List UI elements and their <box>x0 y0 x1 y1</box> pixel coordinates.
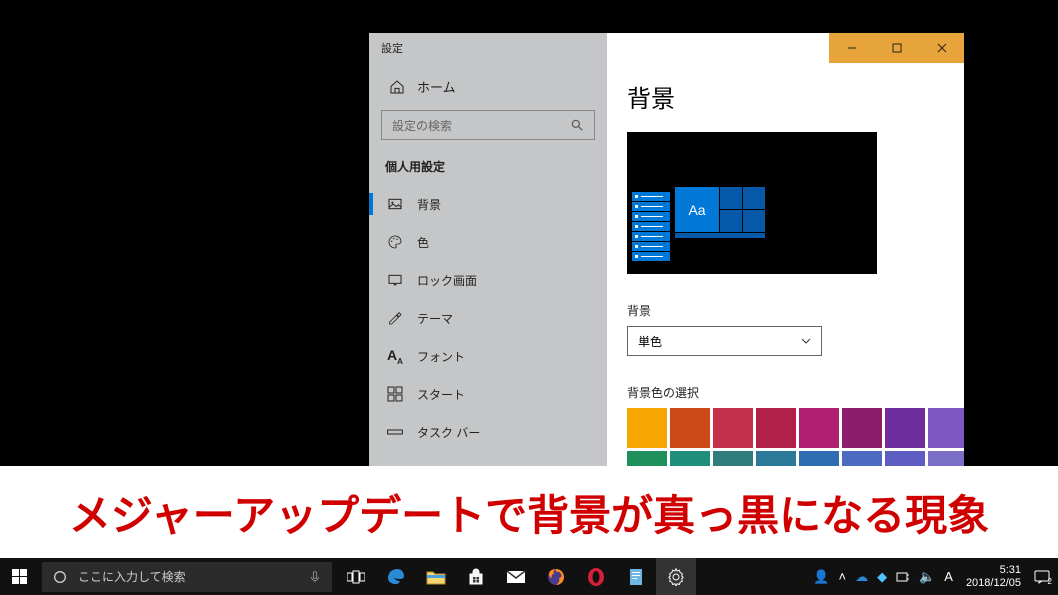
home-link[interactable]: ホーム <box>369 63 607 110</box>
ime-indicator[interactable]: A <box>944 569 953 584</box>
swatch-label: 背景色の選択 <box>627 384 942 401</box>
titlebar: 設定 <box>369 33 964 63</box>
color-swatch[interactable] <box>842 408 882 448</box>
settings-icon[interactable] <box>656 558 696 595</box>
settings-search-input[interactable]: 設定の検索 <box>381 110 595 140</box>
tray-chevron-up-icon[interactable]: ˄ <box>838 569 846 584</box>
network-icon[interactable] <box>896 571 910 583</box>
color-swatch[interactable] <box>713 408 753 448</box>
nav-item-label: ロック画面 <box>417 272 477 289</box>
category-header: 個人用設定 <box>369 158 607 185</box>
file-explorer-icon[interactable] <box>416 558 456 595</box>
search-placeholder: 設定の検索 <box>392 117 570 134</box>
nav-item-taskbar[interactable]: タスク バー <box>369 413 607 451</box>
task-view-icon[interactable] <box>336 558 376 595</box>
lockscreen-icon <box>387 272 403 288</box>
windows-logo-icon <box>12 569 28 585</box>
notes-icon[interactable] <box>616 558 656 595</box>
taskbar: ここに入力して検索 👤 ˄ ☁ ◆ 🔈 A 5:31 2018/12/05 2 <box>0 558 1058 595</box>
nav-item-picture[interactable]: 背景 <box>369 185 607 223</box>
color-swatch[interactable] <box>928 408 964 448</box>
nav-item-start[interactable]: スタート <box>369 375 607 413</box>
window-title: 設定 <box>381 40 403 56</box>
firefox-icon[interactable] <box>536 558 576 595</box>
store-icon[interactable] <box>456 558 496 595</box>
color-swatch[interactable] <box>799 408 839 448</box>
nav-item-font[interactable]: AA フォント <box>369 337 607 375</box>
caption-banner: メジャーアップデートで背景が真っ黒になる現象 <box>0 466 1058 558</box>
color-swatch[interactable] <box>756 408 796 448</box>
system-tray: 👤 ˄ ☁ ◆ 🔈 A 5:31 2018/12/05 2 <box>813 564 1058 589</box>
onedrive-icon[interactable]: ☁ <box>855 569 868 585</box>
nav-item-palette[interactable]: 色 <box>369 223 607 261</box>
background-type-select[interactable]: 単色 <box>627 326 822 356</box>
theme-icon <box>387 310 403 326</box>
tray-app-icon[interactable]: ◆ <box>877 569 887 585</box>
taskbar-apps <box>336 558 696 595</box>
caption-text: メジャーアップデートで背景が真っ黒になる現象 <box>69 482 989 543</box>
page-title: 背景 <box>627 79 942 114</box>
action-center-icon[interactable]: 2 <box>1034 570 1050 584</box>
date-text: 2018/12/05 <box>966 577 1021 590</box>
window-controls <box>829 33 964 63</box>
people-icon[interactable]: 👤 <box>813 569 829 585</box>
preview-tile-aa: Aa <box>675 187 719 232</box>
taskbar-search-placeholder: ここに入力して検索 <box>78 568 186 585</box>
picture-icon <box>387 196 403 212</box>
select-value: 単色 <box>638 333 801 350</box>
color-swatch[interactable] <box>885 408 925 448</box>
font-icon: AA <box>387 348 403 364</box>
home-icon <box>389 79 405 95</box>
opera-icon[interactable] <box>576 558 616 595</box>
minimize-button[interactable] <box>829 33 874 63</box>
nav-item-label: フォント <box>417 348 465 365</box>
time-text: 5:31 <box>1000 564 1021 577</box>
notification-badge: 2 <box>1048 577 1052 586</box>
start-icon <box>387 386 403 402</box>
nav-item-label: 背景 <box>417 196 441 213</box>
nav-item-lockscreen[interactable]: ロック画面 <box>369 261 607 299</box>
maximize-button[interactable] <box>874 33 919 63</box>
background-dropdown-label: 背景 <box>627 302 942 319</box>
taskbar-icon <box>387 424 403 440</box>
taskbar-search-input[interactable]: ここに入力して検索 <box>42 562 332 592</box>
palette-icon <box>387 234 403 250</box>
nav-item-label: スタート <box>417 386 465 403</box>
search-icon <box>570 118 584 132</box>
edge-icon[interactable] <box>376 558 416 595</box>
nav-item-label: タスク バー <box>417 424 480 441</box>
chevron-down-icon <box>801 338 811 344</box>
color-swatch[interactable] <box>670 408 710 448</box>
nav-item-theme[interactable]: テーマ <box>369 299 607 337</box>
cortana-icon <box>52 569 68 585</box>
mail-icon[interactable] <box>496 558 536 595</box>
desktop-preview: Aa <box>627 132 877 274</box>
color-swatch[interactable] <box>627 408 667 448</box>
home-label: ホーム <box>417 77 456 96</box>
close-button[interactable] <box>919 33 964 63</box>
mic-icon <box>308 570 322 584</box>
taskbar-clock[interactable]: 5:31 2018/12/05 <box>962 564 1025 589</box>
start-button[interactable] <box>0 558 40 595</box>
volume-icon[interactable]: 🔈 <box>919 569 935 585</box>
nav-item-label: 色 <box>417 234 429 251</box>
nav-item-label: テーマ <box>417 310 453 327</box>
